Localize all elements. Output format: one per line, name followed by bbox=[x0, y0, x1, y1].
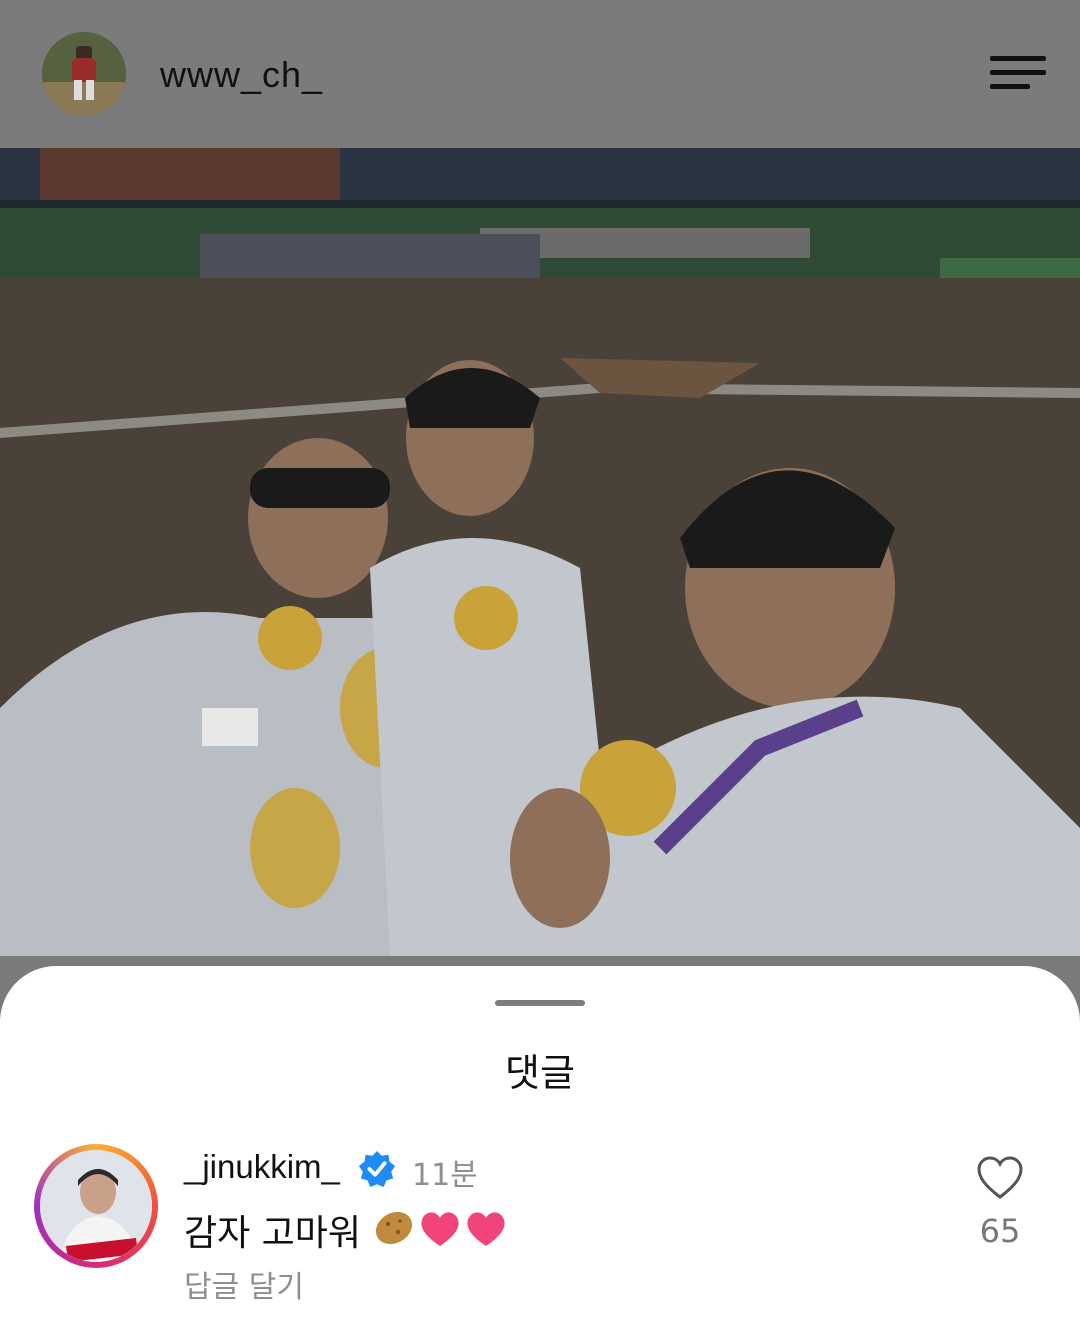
potato-emoji-icon bbox=[375, 1211, 413, 1245]
commenter-username[interactable]: _jinukkim_ bbox=[184, 1148, 340, 1186]
menu-icon[interactable] bbox=[988, 56, 1048, 92]
like-count: 65 bbox=[979, 1212, 1021, 1250]
comment-timestamp: 11분 bbox=[412, 1158, 478, 1193]
author-avatar[interactable] bbox=[42, 32, 126, 116]
reply-button[interactable]: 답글 달기 bbox=[184, 1262, 304, 1306]
comment-emojis bbox=[375, 1211, 505, 1246]
author-username[interactable]: www_ch_ bbox=[160, 54, 323, 96]
heart-emoji-icon bbox=[421, 1212, 459, 1246]
commenter-avatar[interactable] bbox=[40, 1150, 152, 1262]
comment-text: 감자 고마워 bbox=[184, 1213, 362, 1254]
sheet-title: 댓글 bbox=[505, 1051, 575, 1095]
sheet-drag-handle[interactable] bbox=[495, 1000, 585, 1006]
post-photo[interactable] bbox=[0, 148, 1080, 956]
heart-emoji-icon bbox=[467, 1212, 505, 1246]
comments-sheet: 댓글 _jinukkim_ 11분 감자 고마워 답글 달기 65 bbox=[0, 966, 1080, 1326]
verified-badge-icon bbox=[358, 1150, 396, 1188]
heart-like-icon[interactable] bbox=[976, 1156, 1024, 1200]
commenter-story-ring[interactable] bbox=[34, 1144, 158, 1268]
post-header: www_ch_ bbox=[0, 0, 1080, 148]
